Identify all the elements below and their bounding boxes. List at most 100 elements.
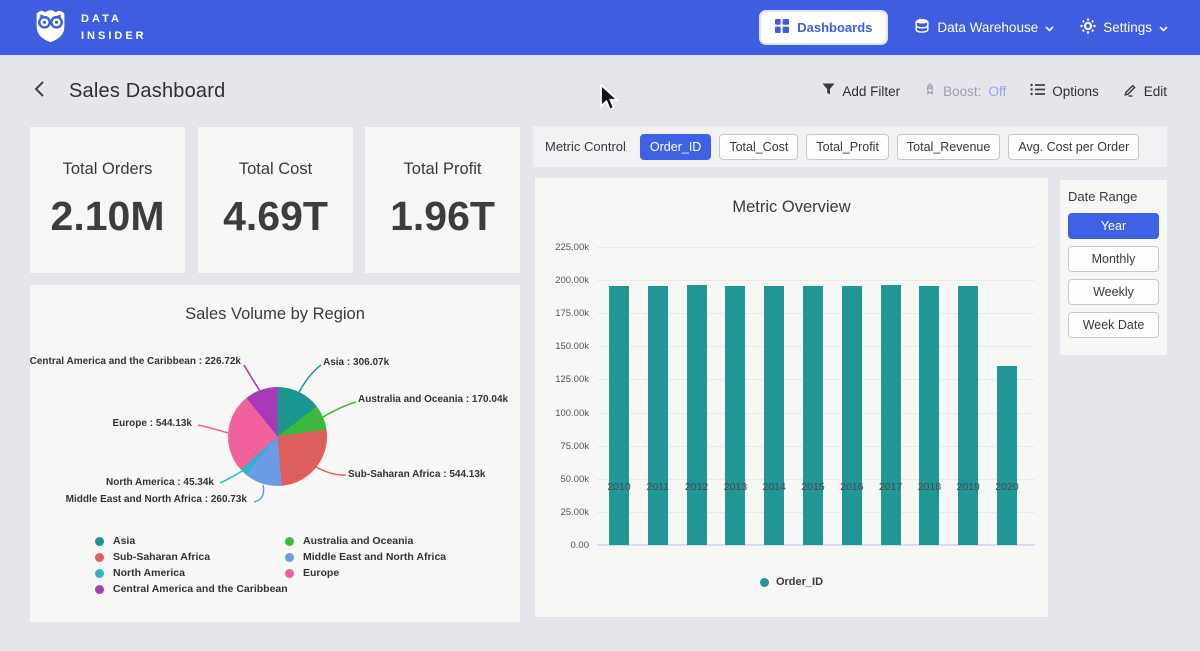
x-axis-label: 2015	[793, 481, 833, 493]
boost-toggle[interactable]: Boost: Off	[924, 83, 1006, 100]
legend-dot	[285, 553, 294, 562]
bar-2014[interactable]	[764, 286, 784, 545]
date-button-year[interactable]: Year	[1068, 213, 1159, 239]
bar-2012[interactable]	[687, 285, 707, 545]
kpi-value: 2.10M	[51, 193, 165, 240]
back-button[interactable]	[33, 80, 45, 103]
y-axis-tick: 50.00k	[537, 474, 589, 485]
legend-dot	[95, 553, 104, 562]
metric-button-total-cost[interactable]: Total_Cost	[719, 134, 798, 160]
x-axis-label: 2014	[754, 481, 794, 493]
gridline	[597, 280, 1035, 281]
kpi-label: Total Orders	[63, 160, 153, 179]
pie-label-sub-saharan-africa: Sub-Saharan Africa : 544.13k	[348, 469, 485, 480]
legend-label: Australia and Oceania	[303, 535, 413, 547]
top-navbar: DATA INSIDER Dashboards	[0, 0, 1200, 55]
legend-label: Middle East and North Africa	[303, 551, 446, 563]
x-axis-label: 2020	[987, 481, 1027, 493]
add-filter-button[interactable]: Add Filter	[822, 83, 900, 99]
y-axis-tick: 225.00k	[537, 242, 589, 253]
data-warehouse-menu[interactable]: Data Warehouse	[914, 18, 1054, 37]
owl-logo-icon	[32, 7, 69, 49]
dashboards-label: Dashboards	[797, 20, 872, 35]
legend-label: Europe	[303, 567, 339, 579]
metric-button-total-revenue[interactable]: Total_Revenue	[897, 134, 1000, 160]
metric-button-order-id[interactable]: Order_ID	[640, 134, 711, 160]
bar-chart-title: Metric Overview	[535, 198, 1048, 217]
bar-2015[interactable]	[803, 286, 823, 545]
pie-chart-title: Sales Volume by Region	[30, 305, 520, 324]
metric-control-bar: Metric Control Order_IDTotal_CostTotal_P…	[533, 126, 1167, 167]
y-axis-tick: 25.00k	[537, 507, 589, 518]
brand[interactable]: DATA INSIDER	[32, 7, 147, 49]
legend-label: Sub-Saharan Africa	[113, 551, 210, 563]
legend-label: Asia	[113, 535, 135, 547]
dashboards-grid-icon	[775, 19, 789, 36]
y-axis-tick: 100.00k	[537, 408, 589, 419]
pie-legend-item-north-america[interactable]: North America	[95, 565, 288, 581]
bar-2016[interactable]	[842, 286, 862, 545]
pie-legend-item-australia-and-oceania[interactable]: Australia and Oceania	[285, 533, 446, 549]
x-axis-label: 2018	[909, 481, 949, 493]
date-button-weekly[interactable]: Weekly	[1068, 279, 1159, 305]
leader-line	[220, 471, 242, 483]
database-icon	[914, 18, 930, 37]
y-axis-tick: 125.00k	[537, 374, 589, 385]
bar-plot-area: 0.0025.00k50.00k75.00k100.00k125.00k150.…	[597, 247, 1035, 545]
pie-legend-item-sub-saharan-africa[interactable]: Sub-Saharan Africa	[95, 549, 288, 565]
pie-legend-item-middle-east-and-north-africa[interactable]: Middle East and North Africa	[285, 549, 446, 565]
kpi-card-total-profit: Total Profit1.96T	[365, 127, 520, 273]
leader-line	[254, 485, 264, 502]
pie-label-central-america-and-the-caribbean: Central America and the Caribbean : 226.…	[30, 356, 241, 367]
date-range-buttons: Year Monthly Weekly Week Date	[1068, 213, 1159, 345]
chevron-down-icon	[1159, 20, 1168, 35]
pie-legend-item-central-america-and-the-caribbean[interactable]: Central America and the Caribbean	[95, 581, 288, 597]
pie-label-europe: Europe : 544.13k	[113, 418, 192, 429]
x-axis-label: 2013	[715, 481, 755, 493]
dashboards-button[interactable]: Dashboards	[759, 10, 888, 45]
brand-text: DATA INSIDER	[81, 11, 147, 44]
y-axis-tick: 200.00k	[537, 275, 589, 286]
legend-dot	[760, 578, 769, 587]
bar-2018[interactable]	[919, 286, 939, 545]
bar-2010[interactable]	[609, 286, 629, 545]
pie-label-north-america: North America : 45.34k	[106, 477, 214, 488]
settings-menu[interactable]: Settings	[1080, 18, 1168, 37]
pie-chart[interactable]	[228, 387, 327, 486]
legend-label: Order_ID	[776, 576, 823, 588]
pie-legend-item-europe[interactable]: Europe	[285, 565, 446, 581]
bar-2017[interactable]	[881, 285, 901, 545]
kpi-value: 1.96T	[390, 193, 495, 240]
y-axis-tick: 0.00	[537, 540, 589, 551]
metric-button-avg-cost-per-order[interactable]: Avg. Cost per Order	[1008, 134, 1139, 160]
bar-2019[interactable]	[958, 286, 978, 545]
pie-label-middle-east-and-north-africa: Middle East and North Africa : 260.73k	[66, 494, 247, 505]
kpi-card-total-cost: Total Cost4.69T	[198, 127, 353, 273]
options-button[interactable]: Options	[1030, 83, 1099, 99]
pie-legend-item-asia[interactable]: Asia	[95, 533, 288, 549]
date-range-panel: Date Range YearMonthlyWeeklyWeek Date	[1060, 180, 1167, 355]
bar-2011[interactable]	[648, 286, 668, 545]
y-axis-tick: 175.00k	[537, 308, 589, 319]
bar-2020[interactable]	[997, 366, 1017, 545]
sales-by-region-card: Sales Volume by Region Asia : 306.07kAus…	[30, 285, 520, 622]
legend-dot	[95, 569, 104, 578]
y-axis-tick: 75.00k	[537, 441, 589, 452]
date-button-week-date[interactable]: Week Date	[1068, 312, 1159, 338]
gridline	[597, 247, 1035, 248]
pencil-icon	[1123, 83, 1137, 100]
x-axis-label: 2011	[638, 481, 678, 493]
chevron-down-icon	[1045, 20, 1054, 35]
rocket-icon	[924, 83, 936, 100]
boost-state: Off	[988, 84, 1006, 99]
filter-funnel-icon	[822, 83, 835, 99]
kpi-card-total-orders: Total Orders 2.10M	[30, 127, 185, 273]
metric-button-total-profit[interactable]: Total_Profit	[806, 134, 889, 160]
legend-dot	[285, 569, 294, 578]
kpi-label: Total Cost	[239, 160, 312, 179]
edit-button[interactable]: Edit	[1123, 83, 1167, 100]
date-button-monthly[interactable]: Monthly	[1068, 246, 1159, 272]
bar-2013[interactable]	[725, 286, 745, 545]
dashboard-page: DATA INSIDER Dashboards	[0, 0, 1200, 651]
leader-line	[323, 402, 356, 417]
